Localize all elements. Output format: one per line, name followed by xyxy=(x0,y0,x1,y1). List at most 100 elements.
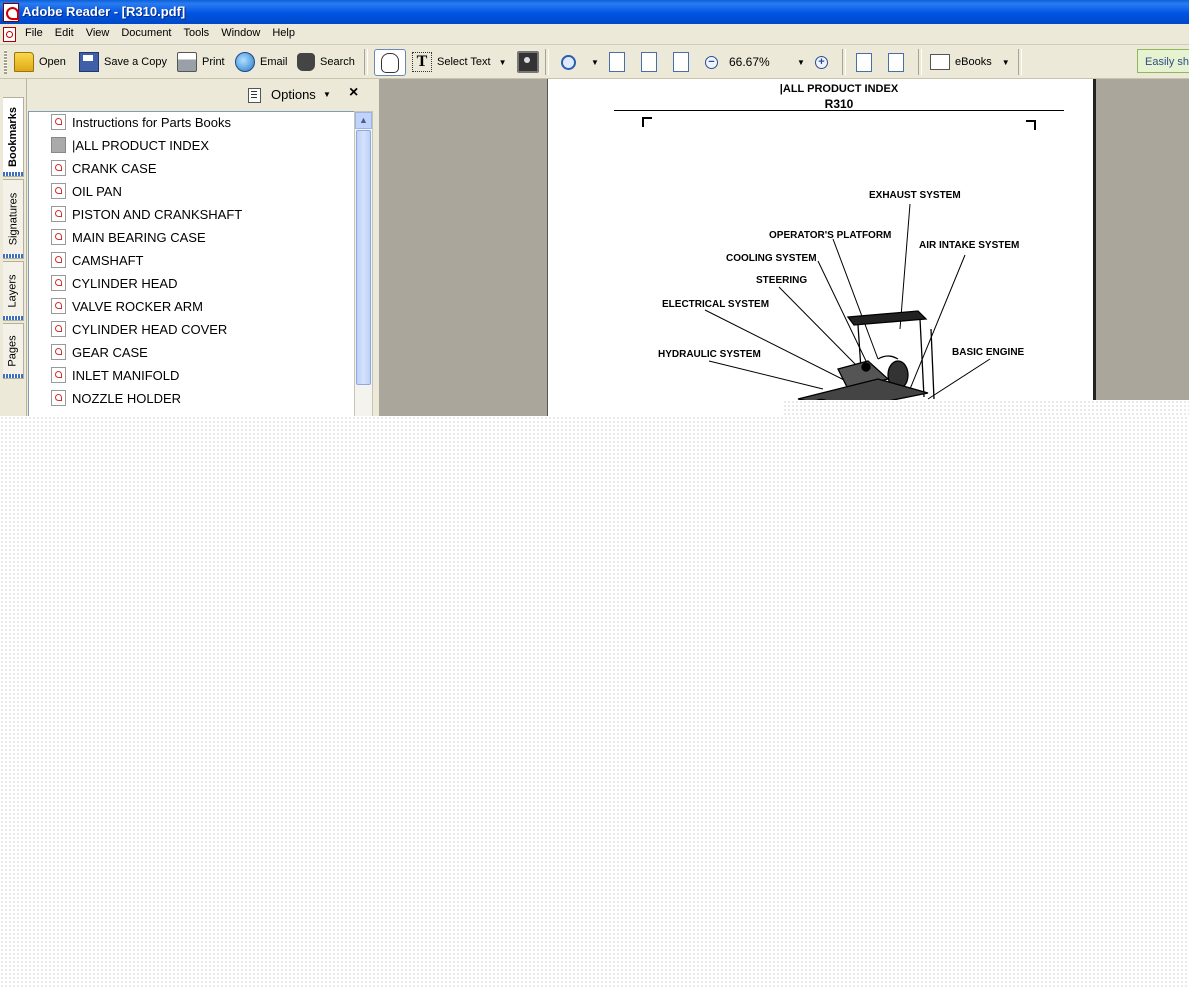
bookmark-label: Instructions for Parts Books xyxy=(72,114,231,130)
leader-line xyxy=(778,286,859,368)
menu-view[interactable]: View xyxy=(80,27,116,39)
document-menu-icon[interactable] xyxy=(3,27,16,42)
search-button[interactable]: Search xyxy=(297,51,355,73)
callout-air-intake-system: AIR INTAKE SYSTEM xyxy=(919,240,1020,251)
tab-layers[interactable]: Layers xyxy=(3,261,24,321)
zoom-level-combo[interactable]: ▼ xyxy=(727,51,805,73)
zoom-out-button[interactable]: − xyxy=(705,51,723,73)
title-bar[interactable]: Adobe Reader - [R310.pdf] xyxy=(0,0,1189,24)
chevron-down-icon[interactable]: ▼ xyxy=(323,90,331,99)
menu-help[interactable]: Help xyxy=(266,27,301,39)
leader-line xyxy=(704,309,849,383)
pdf-bookmark-icon xyxy=(51,367,66,383)
menu-edit[interactable]: Edit xyxy=(49,27,80,39)
fit-page-icon xyxy=(641,52,657,72)
toolbar-separator xyxy=(364,49,368,75)
plus-circle-icon: + xyxy=(815,55,828,69)
page-bookmark-icon xyxy=(51,137,66,153)
bookmarks-scrollbar[interactable]: ▲ xyxy=(354,111,373,416)
bookmark-item[interactable]: GEAR CASE xyxy=(51,342,148,362)
text-cursor-icon: T xyxy=(412,52,432,72)
tab-bookmarks[interactable]: Bookmarks xyxy=(3,97,24,177)
tab-pages[interactable]: Pages xyxy=(3,323,24,379)
document-view[interactable]: |ALL PRODUCT INDEX R310 EXHAUST SYSTEM O… xyxy=(379,79,1189,416)
bookmark-label: CYLINDER HEAD COVER xyxy=(72,321,228,337)
open-label: Open xyxy=(39,56,66,68)
bookmark-item[interactable]: Instructions for Parts Books xyxy=(51,112,231,132)
zoom-level-input[interactable] xyxy=(727,54,789,70)
leader-line xyxy=(708,360,824,390)
print-button[interactable]: Print xyxy=(177,51,225,73)
bookmark-label: NOZZLE HOLDER xyxy=(72,390,182,406)
bookmark-item[interactable]: CYLINDER HEAD COVER xyxy=(51,319,227,339)
open-button[interactable]: Open xyxy=(14,51,66,73)
zoom-tool-button[interactable]: ▼ xyxy=(561,51,599,73)
chevron-down-icon[interactable]: ▼ xyxy=(1002,58,1010,67)
callout-cooling-system: COOLING SYSTEM xyxy=(726,253,817,264)
menu-window[interactable]: Window xyxy=(215,27,266,39)
rotate-counterclockwise-button[interactable] xyxy=(888,51,909,73)
scroll-thumb[interactable] xyxy=(356,130,371,385)
bookmark-label: OIL PAN xyxy=(72,183,122,199)
callout-hydraulic-system: HYDRAULIC SYSTEM xyxy=(658,349,761,360)
bookmark-item[interactable]: VALVE ROCKER ARM xyxy=(51,296,203,316)
bookmark-item[interactable]: OIL PAN xyxy=(51,181,122,201)
hand-tool-button[interactable] xyxy=(374,49,406,76)
close-icon[interactable]: × xyxy=(349,84,358,102)
toolbar-grip[interactable] xyxy=(4,50,7,74)
binoculars-icon xyxy=(297,53,315,71)
snapshot-button[interactable] xyxy=(517,51,544,73)
toolbar: Open Save a Copy Print Email Search T Se… xyxy=(0,45,1189,79)
options-menu-icon[interactable] xyxy=(248,88,261,103)
bookmark-item[interactable]: INLET MANIFOLD xyxy=(51,365,179,385)
scroll-up-arrow-icon[interactable]: ▲ xyxy=(355,112,372,129)
email-label: Email xyxy=(260,56,288,68)
zoom-in-button[interactable]: + xyxy=(815,51,833,73)
print-label: Print xyxy=(202,56,225,68)
tab-signatures[interactable]: Signatures xyxy=(3,179,24,259)
save-copy-label: Save a Copy xyxy=(104,56,167,68)
page-icon xyxy=(609,52,625,72)
hand-icon xyxy=(381,53,399,73)
ebooks-button[interactable]: eBooks ▼ xyxy=(930,51,1010,73)
rotate-clockwise-button[interactable] xyxy=(856,51,877,73)
easily-share-banner[interactable]: Easily share xyxy=(1137,49,1189,73)
navigation-tabs: Bookmarks Signatures Layers Pages xyxy=(0,79,27,416)
reader-window: Adobe Reader - [R310.pdf] File Edit View… xyxy=(0,0,1189,416)
select-text-button[interactable]: T Select Text ▼ xyxy=(412,51,507,73)
bookmark-item[interactable]: CAMSHAFT xyxy=(51,250,144,270)
fit-width-button[interactable] xyxy=(673,51,694,73)
ebooks-label: eBooks xyxy=(955,56,992,68)
bookmark-item[interactable]: |ALL PRODUCT INDEX xyxy=(51,135,209,155)
actual-size-button[interactable] xyxy=(609,51,630,73)
chevron-down-icon[interactable]: ▼ xyxy=(797,58,805,67)
tab-pages-label: Pages xyxy=(7,335,20,367)
save-copy-button[interactable]: Save a Copy xyxy=(79,51,167,73)
menu-document[interactable]: Document xyxy=(115,27,177,39)
render-artifact xyxy=(783,400,1189,416)
bookmark-item[interactable]: MAIN BEARING CASE xyxy=(51,227,206,247)
menu-bar: File Edit View Document Tools Window Hel… xyxy=(0,24,1189,45)
pdf-bookmark-icon xyxy=(51,298,66,314)
chevron-down-icon[interactable]: ▼ xyxy=(591,58,599,67)
menu-tools[interactable]: Tools xyxy=(178,27,216,39)
bookmark-item[interactable]: CYLINDER HEAD xyxy=(51,273,177,293)
options-button[interactable]: Options xyxy=(271,87,316,102)
tab-stripe xyxy=(3,254,23,258)
toolbar-separator xyxy=(1018,49,1022,75)
bookmark-item[interactable]: CRANK CASE xyxy=(51,158,157,178)
toolbar-separator xyxy=(842,49,846,75)
chevron-down-icon[interactable]: ▼ xyxy=(499,58,507,67)
pdf-bookmark-icon xyxy=(51,321,66,337)
bookmark-item[interactable]: PISTON AND CRANKSHAFT xyxy=(51,204,242,224)
bookmarks-list: Instructions for Parts Books |ALL PRODUC… xyxy=(28,111,355,416)
folder-open-icon xyxy=(14,52,34,72)
pdf-bookmark-icon xyxy=(51,344,66,360)
menu-file[interactable]: File xyxy=(19,27,49,39)
email-button[interactable]: Email xyxy=(235,51,288,73)
toolbar-separator xyxy=(918,49,922,75)
bookmark-label: CYLINDER HEAD xyxy=(72,275,178,291)
fit-page-button[interactable] xyxy=(641,51,662,73)
tab-layers-label: Layers xyxy=(7,274,19,308)
bookmark-item[interactable]: NOZZLE HOLDER xyxy=(51,388,181,408)
